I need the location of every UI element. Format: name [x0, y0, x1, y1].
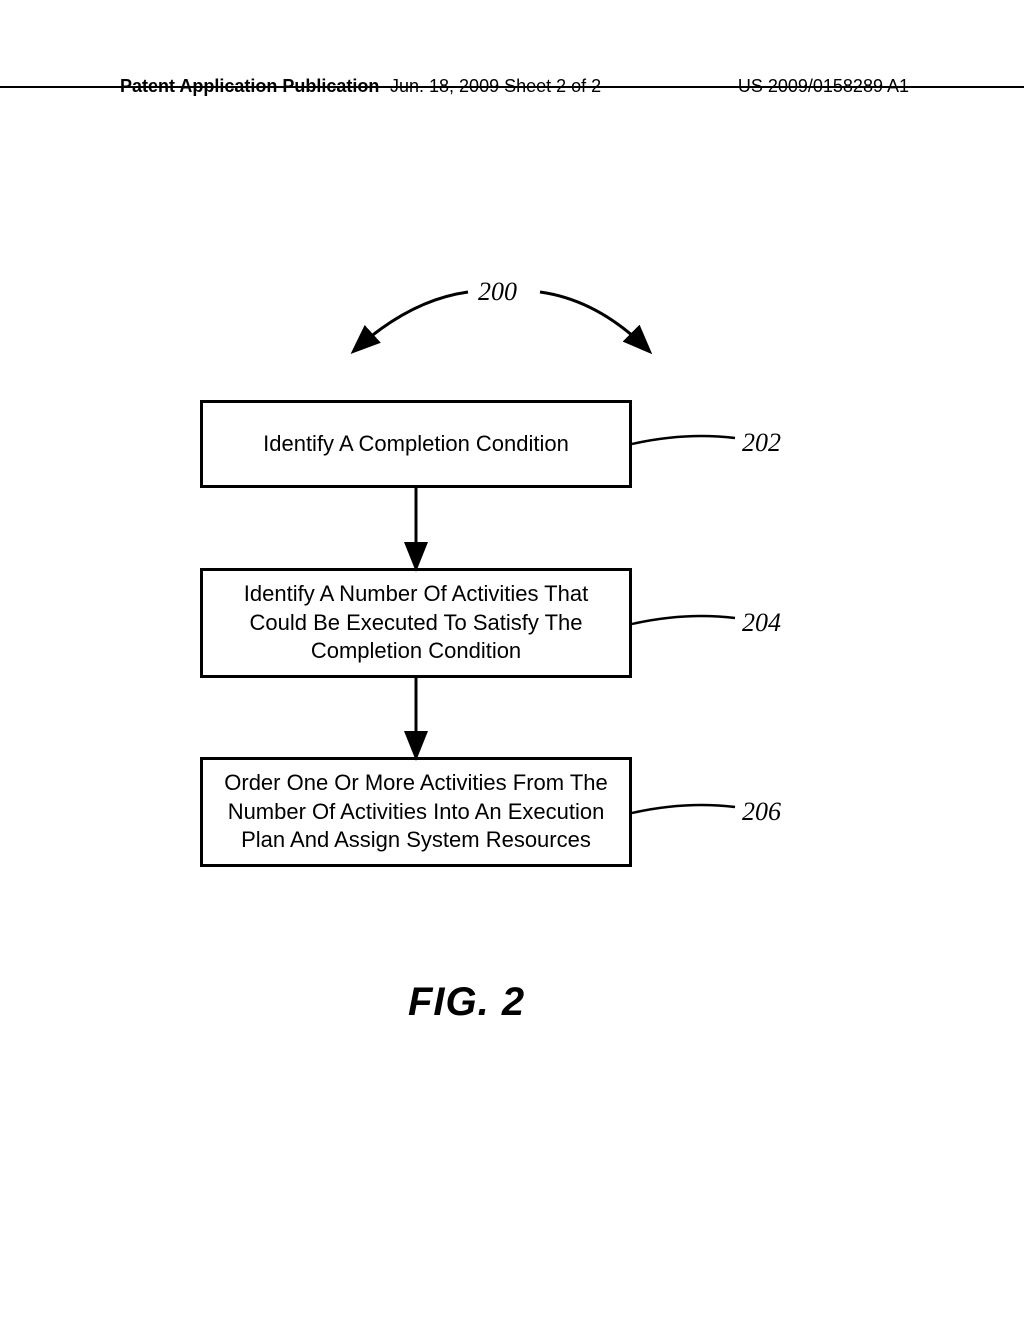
box-204: Identify A Number Of Activities That Cou…: [200, 568, 632, 678]
header-left: Patent Application Publication: [120, 76, 379, 97]
ref-200: 200: [478, 277, 517, 307]
box-202: Identify A Completion Condition: [200, 400, 632, 488]
leader-204-icon: [632, 616, 735, 624]
box-206-text: Order One Or More Activities From The Nu…: [217, 769, 615, 855]
box-202-text: Identify A Completion Condition: [263, 430, 569, 459]
ref-204: 204: [742, 608, 781, 638]
header-right: US 2009/0158289 A1: [738, 76, 909, 97]
leader-206-icon: [632, 805, 735, 813]
leader-202-icon: [632, 436, 735, 444]
curve-right-icon: [540, 292, 648, 350]
curve-left-icon: [355, 292, 468, 350]
page-header: Patent Application Publication Jun. 18, …: [0, 78, 1024, 88]
ref-206: 206: [742, 797, 781, 827]
box-206: Order One Or More Activities From The Nu…: [200, 757, 632, 867]
box-204-text: Identify A Number Of Activities That Cou…: [217, 580, 615, 666]
ref-202: 202: [742, 428, 781, 458]
figure-label: FIG. 2: [408, 980, 525, 1025]
header-center: Jun. 18, 2009 Sheet 2 of 2: [390, 76, 601, 97]
